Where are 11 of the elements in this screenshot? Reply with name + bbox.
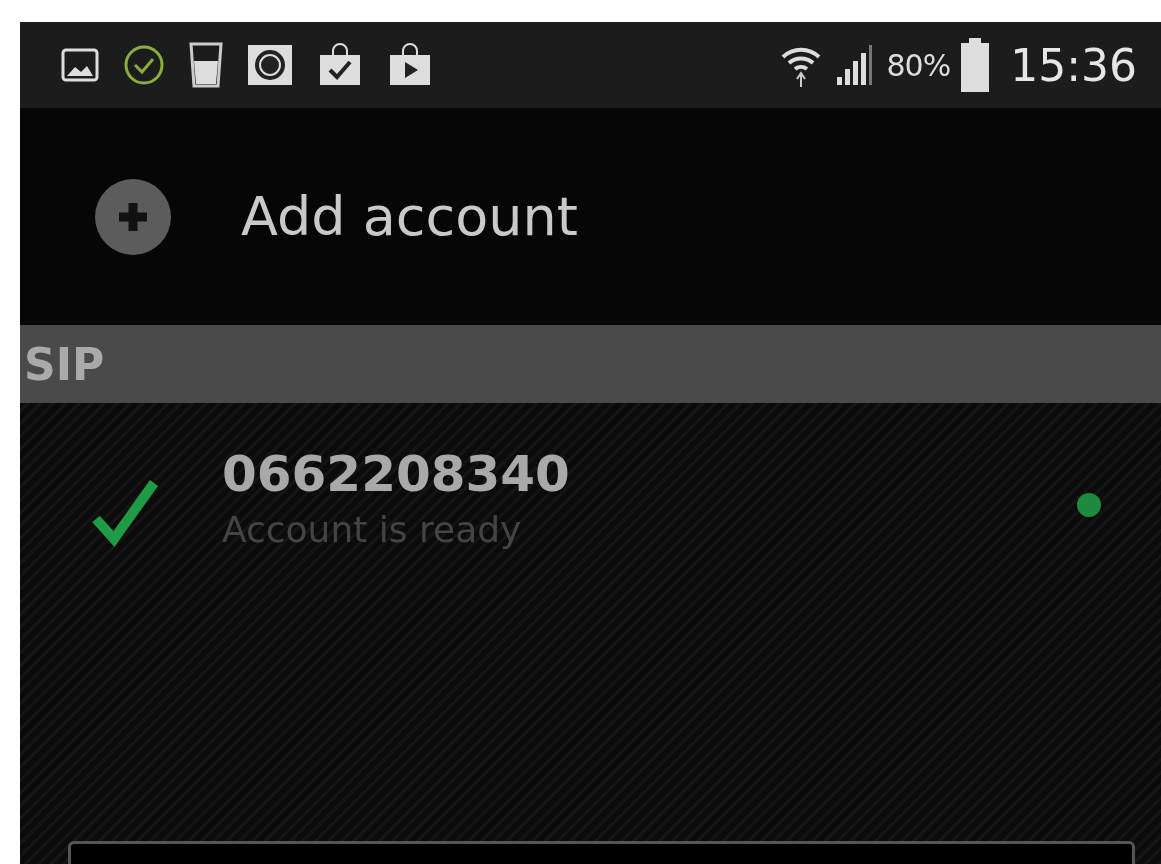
add-icon: [95, 178, 171, 255]
section-title: SIP: [24, 338, 105, 390]
account-number: 0662208340: [222, 445, 571, 503]
clock: 15:36: [1010, 39, 1137, 91]
battery-icon: [960, 37, 991, 93]
glass-icon: [188, 41, 224, 89]
add-account-item[interactable]: Add account: [20, 108, 1161, 325]
check-circle-icon: [122, 43, 166, 87]
account-status: Account is ready: [222, 509, 523, 550]
battery-percentage: 80%: [886, 47, 951, 83]
account-item[interactable]: 0662208340 Account is ready: [20, 403, 1161, 645]
